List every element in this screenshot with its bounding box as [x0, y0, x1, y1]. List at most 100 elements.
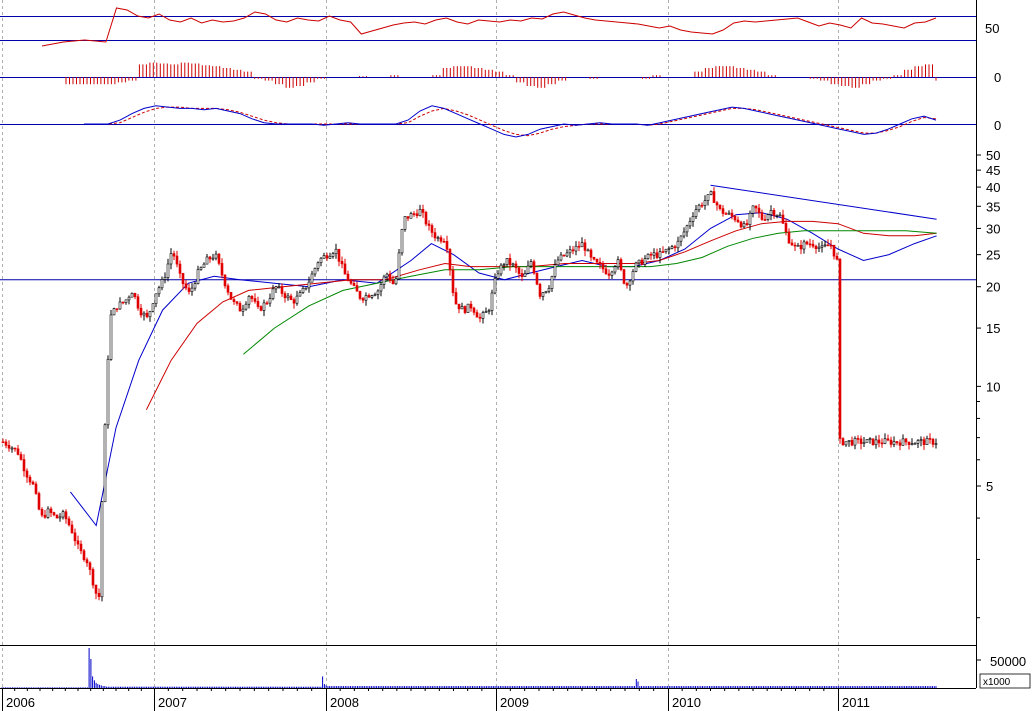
price-candle: [109, 310, 113, 361]
candle-body: [685, 225, 689, 233]
candle-body: [262, 302, 266, 311]
candle-body: [835, 255, 839, 260]
candle-body: [793, 244, 797, 247]
candle-body: [223, 274, 227, 287]
candle-body: [853, 438, 857, 446]
candle-body: [706, 194, 710, 201]
candle-body: [733, 215, 737, 221]
y-tick-label: 40: [986, 180, 1000, 195]
candle-body: [718, 204, 722, 209]
candle-body: [739, 221, 743, 228]
candle-body: [253, 298, 257, 302]
candle-body: [907, 441, 911, 445]
candle-body: [721, 208, 725, 214]
candle-body: [622, 269, 626, 284]
candle-body: [76, 540, 80, 545]
candle-body: [559, 254, 563, 261]
candle-body: [148, 311, 152, 318]
candle-body: [703, 200, 707, 206]
candle-body: [766, 214, 770, 220]
price-candle: [103, 423, 107, 503]
candle-body: [25, 470, 29, 478]
candle-body: [568, 249, 572, 254]
x-tick-label: 2011: [842, 695, 870, 710]
candle-body: [880, 442, 884, 445]
y-tick-label: 25: [986, 248, 1000, 263]
candle-body: [616, 259, 620, 268]
candle-body: [700, 204, 704, 207]
candle-body: [376, 290, 380, 295]
candle-body: [220, 263, 224, 276]
candle-body: [34, 483, 38, 494]
candle-body: [919, 439, 923, 441]
candle-body: [760, 212, 764, 220]
candle-body: [913, 442, 917, 445]
candle-body: [103, 424, 107, 503]
candle-body: [46, 508, 50, 518]
price-candle: [424, 210, 428, 227]
candle-body: [619, 259, 623, 270]
candle-body: [409, 213, 413, 219]
candle-body: [316, 262, 320, 269]
candle-body: [406, 216, 410, 219]
candle-body: [100, 501, 104, 598]
candle-body: [112, 308, 116, 316]
candle-body: [277, 286, 281, 288]
candle-body: [7, 444, 11, 449]
ind2-tick-label: 0: [994, 70, 1001, 85]
candle-body: [514, 263, 518, 269]
candle-body: [109, 314, 113, 360]
candle-body: [697, 204, 701, 210]
volume-unit-label: x1000: [983, 677, 1011, 688]
price-candle: [106, 355, 110, 429]
candle-body: [658, 251, 662, 258]
candle-body: [67, 518, 71, 526]
y-tick-label: 35: [986, 199, 1000, 214]
candle-body: [187, 287, 191, 292]
candle-body: [400, 229, 404, 254]
candle-body: [601, 263, 605, 270]
candle-body: [241, 308, 245, 312]
candle-body: [61, 511, 65, 518]
candle-body: [394, 278, 398, 285]
candle-body: [664, 248, 668, 252]
candle-body: [382, 276, 386, 285]
candle-body: [904, 438, 908, 443]
candle-body: [736, 219, 740, 223]
candle-body: [274, 286, 278, 290]
candle-body: [106, 359, 110, 426]
candle-body: [166, 263, 170, 278]
candle-body: [31, 481, 35, 485]
candle-body: [901, 438, 905, 446]
candle-body: [370, 295, 374, 298]
candle-body: [826, 244, 830, 247]
candle-body: [397, 252, 401, 280]
candle-body: [928, 438, 932, 440]
candle-body: [688, 221, 692, 227]
candle-body: [415, 213, 419, 216]
candle-body: [346, 273, 350, 282]
candle-body: [463, 306, 467, 313]
candle-body: [367, 295, 371, 298]
candle-body: [235, 301, 239, 304]
candle-body: [94, 584, 98, 594]
candle-body: [775, 215, 779, 217]
candle-body: [184, 283, 188, 289]
candle-body: [892, 441, 896, 445]
candle-body: [307, 281, 311, 289]
candle-body: [64, 511, 68, 520]
candle-body: [328, 255, 332, 259]
price-candle: [709, 190, 713, 196]
candle-body: [565, 252, 569, 257]
ind1-tick-label: 50: [985, 21, 999, 36]
x-tick-label: 2007: [158, 695, 187, 710]
x-tick-label: 2010: [672, 695, 701, 710]
candle-body: [349, 280, 353, 284]
candle-body: [811, 243, 815, 247]
candle-body: [550, 275, 554, 289]
candle-body: [478, 316, 482, 319]
candle-body: [592, 256, 596, 260]
candle-body: [934, 443, 938, 445]
candle-body: [547, 288, 551, 292]
candle-body: [484, 311, 488, 313]
